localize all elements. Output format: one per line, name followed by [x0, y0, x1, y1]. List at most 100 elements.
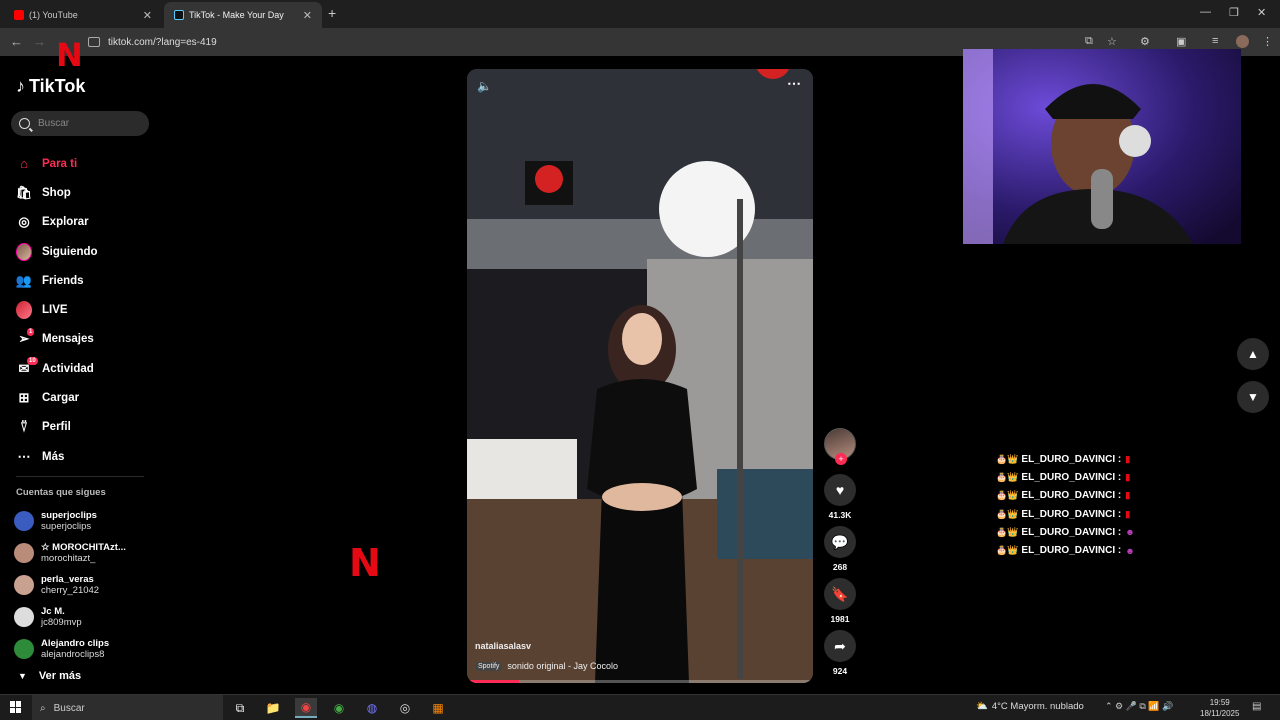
- screen: (1) YouTube ✕ TikTok - Make Your Day ✕ +…: [0, 0, 1280, 720]
- chrome-alt-icon[interactable]: ◉: [328, 698, 350, 718]
- logo-text: TikTok: [29, 76, 86, 96]
- sidebar-item-actividad[interactable]: ✉ 10 Actividad: [16, 354, 146, 383]
- music-title: sonido original - Jay Cocolo: [507, 661, 618, 671]
- discord-icon[interactable]: ◍: [361, 698, 383, 718]
- stream-chat: 🎂👑 EL_DURO_DAVINCI : ▮ 🎂👑 EL_DURO_DAVINCI :…: [996, 450, 1135, 560]
- avatar-icon: [16, 242, 32, 261]
- volume-icon[interactable]: 🔈: [477, 79, 492, 93]
- sidebar-item-label: Mensajes: [42, 333, 94, 346]
- url-text: tiktok.com/?lang=es-419: [108, 36, 217, 48]
- tab-title: (1) YouTube: [29, 10, 78, 20]
- video-progress-bar[interactable]: [467, 680, 813, 683]
- chrome-icon[interactable]: ◉: [295, 698, 317, 718]
- tab-tiktok[interactable]: TikTok - Make Your Day ✕: [164, 2, 322, 28]
- shopping-bag-icon: 🛍: [15, 184, 33, 200]
- avatar: [14, 639, 34, 659]
- browser-menu-icon[interactable]: ⋮: [1262, 35, 1273, 48]
- save-button[interactable]: 🔖 1981: [822, 578, 858, 624]
- weather-widget[interactable]: ⛅ 4°C Mayorm. nublado: [976, 701, 1084, 712]
- notification-icon[interactable]: ▤: [1252, 701, 1261, 712]
- site-info-icon[interactable]: [88, 37, 100, 47]
- comment-button[interactable]: 💬 268: [822, 526, 858, 572]
- home-icon: ⌂: [20, 156, 28, 172]
- divider: [16, 476, 144, 477]
- video-frame: [467, 69, 813, 683]
- chat-user: EL_DURO_DAVINCI :: [1021, 490, 1122, 502]
- next-video-button[interactable]: ▼: [1237, 381, 1269, 413]
- video-options-icon[interactable]: ⋯: [787, 75, 801, 92]
- list-item[interactable]: Alejandro clips alejandroclips8: [14, 633, 154, 665]
- account-name: Alejandro clips: [41, 638, 110, 649]
- chat-emote: ▮: [1125, 508, 1131, 519]
- taskbar-search-label: Buscar: [53, 702, 85, 714]
- file-explorer-icon[interactable]: 📁: [262, 698, 284, 718]
- notification-badge: 1: [27, 327, 35, 336]
- back-icon[interactable]: ←: [10, 34, 23, 49]
- list-item[interactable]: ☆ MOROCHITAzt... morochitazt_: [14, 537, 154, 569]
- account-name: superjoclips: [41, 510, 97, 521]
- minimize-icon[interactable]: —: [1200, 6, 1211, 18]
- sidebar-item-cargar[interactable]: ⊞ Cargar: [16, 383, 146, 412]
- install-app-icon[interactable]: ⧉: [1085, 35, 1093, 48]
- chat-emote: ☻: [1125, 545, 1135, 556]
- system-tray-icons[interactable]: ⌃ ⚙ 🎤 ⧉ 📶 🔊: [1105, 701, 1173, 712]
- sidebar-item-mas[interactable]: ⋯ Más: [16, 442, 146, 471]
- list-item[interactable]: superjoclips superjoclips: [14, 505, 154, 537]
- list-item[interactable]: perla_veras cherry_21042: [14, 569, 154, 601]
- reading-list-icon[interactable]: ≡: [1212, 35, 1218, 47]
- spotify-badge: Spotify: [475, 661, 503, 671]
- bookmark-icon: 🔖: [824, 578, 856, 610]
- close-tab-icon[interactable]: ✕: [303, 9, 312, 22]
- like-button[interactable]: ♥ 41.3K: [822, 474, 858, 520]
- sidebar-item-label: Actividad: [42, 362, 94, 375]
- sidebar-item-siguiendo[interactable]: Siguiendo: [16, 237, 146, 266]
- close-tab-icon[interactable]: ✕: [143, 9, 152, 22]
- sidebar-item-label: LIVE: [42, 304, 68, 317]
- obs-icon[interactable]: ◎: [394, 698, 416, 718]
- profile-icon: ⍢: [20, 419, 28, 435]
- tiktok-logo[interactable]: ♪ TikTok: [16, 76, 85, 97]
- share-button[interactable]: ➦ 924: [822, 630, 858, 676]
- sidebar-item-mensajes[interactable]: ➢ 1 Mensajes: [16, 325, 146, 354]
- extensions-icon[interactable]: ⚙: [1140, 35, 1150, 48]
- close-window-icon[interactable]: ✕: [1257, 6, 1266, 19]
- chat-user: EL_DURO_DAVINCI :: [1021, 508, 1122, 520]
- follow-plus-icon[interactable]: +: [835, 453, 847, 465]
- bookmark-star-icon[interactable]: ☆: [1107, 35, 1117, 48]
- profile-avatar-icon[interactable]: [1236, 35, 1249, 48]
- comment-icon: 💬: [824, 526, 856, 558]
- sidebar-item-live[interactable]: LIVE: [16, 295, 146, 324]
- badge-icons: 🎂👑: [996, 471, 1019, 482]
- creator-avatar[interactable]: +: [824, 428, 856, 465]
- split-view-icon[interactable]: ▣: [1176, 35, 1186, 48]
- list-item[interactable]: Jc M. jc809mvp: [14, 601, 154, 633]
- tab-youtube[interactable]: (1) YouTube ✕: [4, 2, 162, 28]
- sidebar-item-para-ti[interactable]: ⌂ Para ti: [16, 149, 146, 178]
- search-input[interactable]: Buscar: [11, 111, 149, 136]
- app-icon[interactable]: ▦: [427, 698, 449, 718]
- sidebar-item-label: Perfil: [42, 421, 71, 434]
- friends-icon: 👥: [15, 272, 33, 288]
- video-player[interactable]: 🔈 ⋯ nataliasalasv Spotify sonido origina…: [467, 69, 813, 683]
- video-author[interactable]: nataliasalasv: [475, 641, 531, 651]
- see-more-button[interactable]: ▼ Ver más: [18, 670, 81, 682]
- video-music[interactable]: Spotify sonido original - Jay Cocolo: [475, 661, 618, 671]
- tiktok-favicon-icon: [174, 10, 184, 20]
- badge-icons: 🎂👑: [996, 508, 1019, 519]
- forward-icon[interactable]: →: [33, 34, 46, 49]
- clock[interactable]: 19:59 18/11/2025: [1200, 697, 1239, 719]
- account-name: ☆ MOROCHITAzt...: [41, 542, 126, 553]
- like-count: 41.3K: [828, 510, 852, 520]
- restore-icon[interactable]: ❐: [1229, 6, 1239, 19]
- taskbar-search[interactable]: ⌕ Buscar: [32, 695, 223, 720]
- sidebar-item-explorar[interactable]: ◎ Explorar: [16, 208, 146, 237]
- sidebar-item-perfil[interactable]: ⍢ Perfil: [16, 413, 146, 442]
- chat-emote: ▮: [1125, 490, 1131, 501]
- previous-video-button[interactable]: ▲: [1237, 338, 1269, 370]
- sidebar-item-friends[interactable]: 👥 Friends: [16, 266, 146, 295]
- sidebar-item-shop[interactable]: 🛍 Shop: [16, 178, 146, 207]
- chat-message: 🎂👑 EL_DURO_DAVINCI : ▮: [996, 450, 1135, 468]
- windows-start-icon[interactable]: [10, 701, 22, 713]
- new-tab-icon[interactable]: +: [328, 5, 336, 21]
- task-view-icon[interactable]: ⧉: [229, 698, 251, 718]
